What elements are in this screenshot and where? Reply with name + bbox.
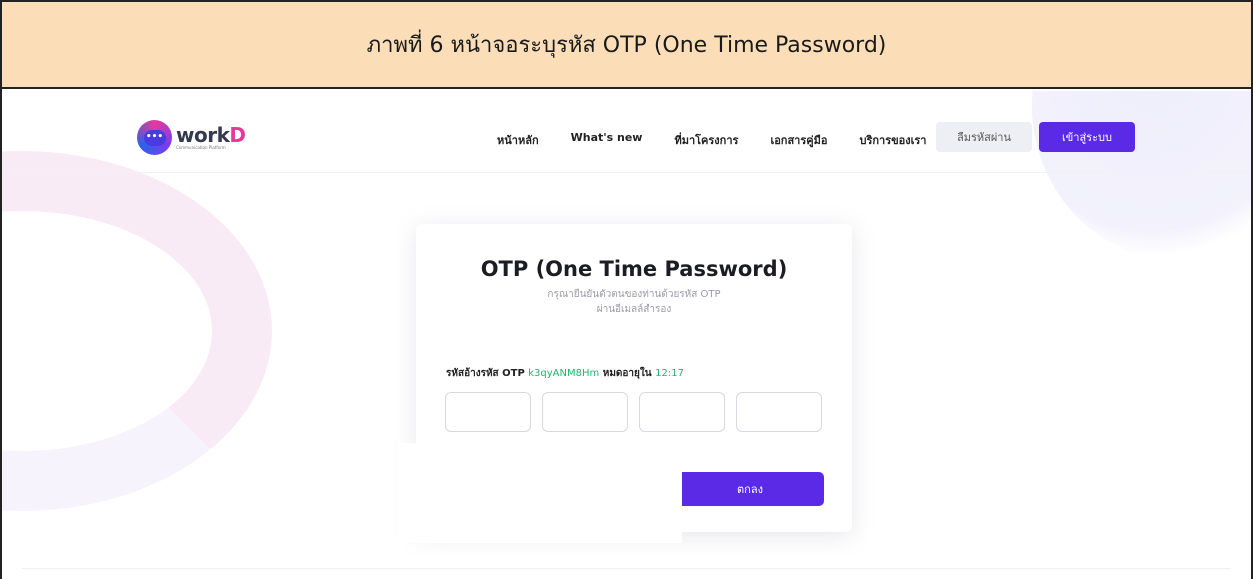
nav-item-home[interactable]: หน้าหลัก xyxy=(497,131,539,149)
decorative-arc-left xyxy=(2,151,272,511)
nav-item-whats-new[interactable]: What's new xyxy=(571,131,643,149)
otp-input-row xyxy=(445,392,833,432)
otp-subtitle-line1: กรุณายืนยันตัวตนของท่านด้วยรหัส OTP xyxy=(547,289,721,300)
chat-bubble-icon: ••• xyxy=(137,120,172,155)
otp-expire-time: 12:17 xyxy=(655,368,684,379)
footer-divider xyxy=(22,568,1231,569)
logo-word-accent: D xyxy=(229,123,246,147)
logo-text: workD Communication Platform xyxy=(176,125,246,150)
otp-subtitle-line2: ผ่านอีเมลล์สำรอง xyxy=(596,304,672,315)
figure-caption: ภาพที่ 6 หน้าจอระบุรหัส OTP (One Time Pa… xyxy=(0,0,1253,89)
otp-expire-label: หมดอายุใน xyxy=(602,368,652,379)
screenshot-area: ••• workD Communication Platform หน้าหลั… xyxy=(2,91,1251,579)
nav-item-manuals[interactable]: เอกสารคู่มือ xyxy=(770,131,827,149)
overlay-patch xyxy=(398,443,682,543)
otp-subtitle: กรุณายืนยันตัวตนของท่านด้วยรหัส OTP ผ่าน… xyxy=(416,287,852,317)
otp-ref-label: รหัสอ้างรหัส OTP xyxy=(446,368,525,379)
logo-wordmark: workD xyxy=(176,125,246,145)
logo-tagline: Communication Platform xyxy=(176,145,226,150)
otp-input-2[interactable] xyxy=(542,392,628,432)
otp-reference-line: รหัสอ้างรหัส OTP k3qyANM8Hm หมดอายุใน 12… xyxy=(446,366,684,381)
otp-title: OTP (One Time Password) xyxy=(480,257,788,281)
forgot-password-button[interactable]: ลืมรหัสผ่าน xyxy=(936,122,1032,152)
otp-input-4[interactable] xyxy=(736,392,822,432)
logo-word-main: work xyxy=(176,123,230,147)
otp-input-1[interactable] xyxy=(445,392,531,432)
nav-item-services[interactable]: บริการของเรา xyxy=(859,131,926,149)
nav-item-project-origin[interactable]: ที่มาโครงการ xyxy=(674,131,738,149)
logo-dots: ••• xyxy=(143,129,166,146)
nav-links: หน้าหลัก What's new ที่มาโครงการ เอกสารค… xyxy=(497,131,958,149)
login-button[interactable]: เข้าสู่ระบบ xyxy=(1039,122,1135,152)
otp-input-3[interactable] xyxy=(639,392,725,432)
navbar: ••• workD Communication Platform หน้าหลั… xyxy=(2,91,1251,173)
brand-logo[interactable]: ••• workD Communication Platform xyxy=(137,120,246,155)
otp-ref-code: k3qyANM8Hm xyxy=(528,368,600,379)
submit-button[interactable]: ตกลง xyxy=(676,472,824,506)
